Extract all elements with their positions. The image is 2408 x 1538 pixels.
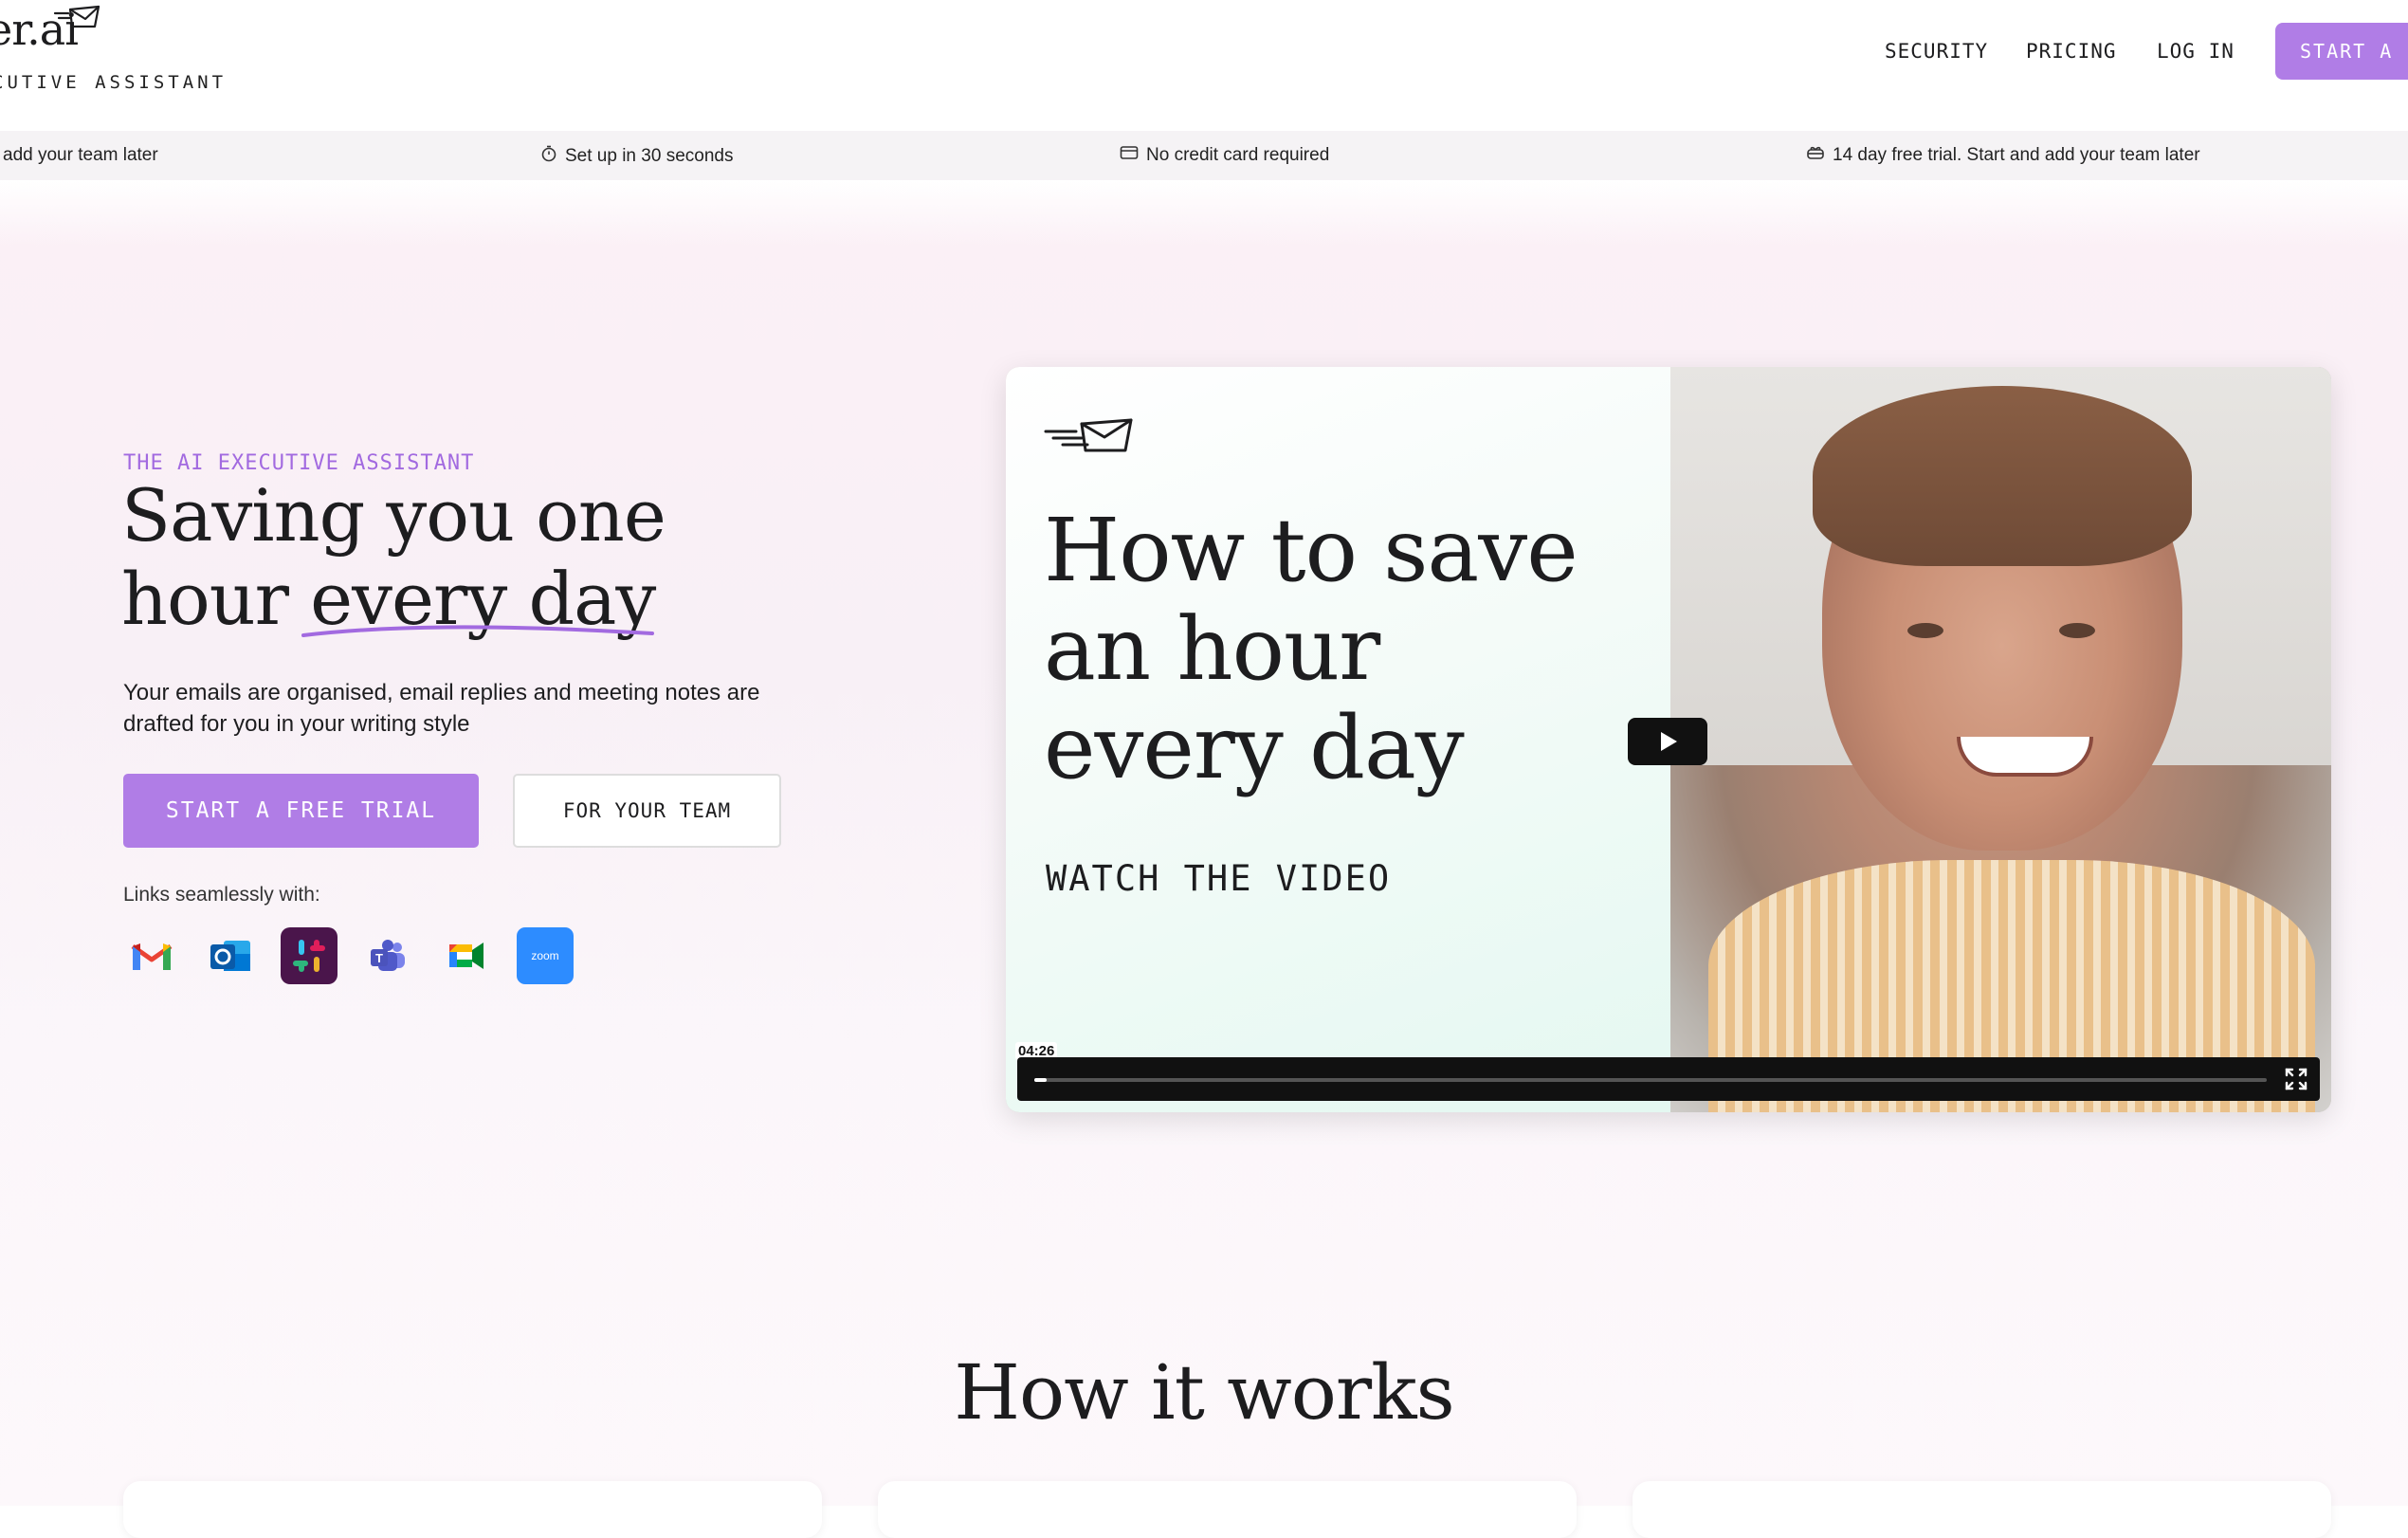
how-it-works-card <box>878 1481 1577 1538</box>
video-title-line-3: every day <box>1044 697 1465 798</box>
left-eye <box>1907 623 1943 638</box>
headline-line-1: Saving you one <box>121 473 666 558</box>
video-player[interactable]: How to save an hour every day WATCH THE … <box>1006 367 2331 1112</box>
logo-tagline: CUTIVE ASSISTANT <box>0 72 228 93</box>
how-it-works-card <box>1633 1481 2331 1538</box>
video-thumbnail-person <box>1670 367 2331 1112</box>
video-title-line-1: How to save <box>1044 500 1578 601</box>
how-it-works-card <box>123 1481 822 1538</box>
ticker-text: add your team later <box>3 145 158 165</box>
progress-fill <box>1034 1078 1047 1082</box>
person-hair <box>1813 386 2192 566</box>
right-eye <box>2059 623 2095 638</box>
hero-headline: Saving you one hour every day <box>121 474 666 641</box>
video-title-panel: How to save an hour every day WATCH THE … <box>1006 367 1670 1112</box>
outlook-icon <box>202 927 259 984</box>
hero-subtext: Your emails are organised, email replies… <box>123 680 760 737</box>
fullscreen-icon[interactable] <box>2284 1067 2308 1096</box>
ticker-item: add your team later <box>3 145 158 166</box>
gmail-icon <box>123 927 180 984</box>
smile <box>1957 737 2093 777</box>
ticker-text: 14 day free trial. Start and add your te… <box>1833 145 2200 166</box>
video-subtitle: WATCH THE VIDEO <box>1046 858 1392 899</box>
for-your-team-button[interactable]: FOR YOUR TEAM <box>513 774 781 848</box>
video-controls <box>1017 1057 2320 1101</box>
start-free-trial-button[interactable]: START A FREE TRIAL <box>123 774 479 848</box>
ticker-text: No credit card required <box>1146 145 1330 166</box>
gift-icon <box>1806 145 1825 166</box>
integrations-label: Links seamlessly with: <box>123 884 320 906</box>
ticker-item: No credit card required <box>1120 145 1329 166</box>
nav-pricing[interactable]: PRICING <box>2026 40 2117 63</box>
zoom-label: zoom <box>531 949 559 962</box>
video-title-line-2: an hour <box>1044 598 1380 700</box>
credit-card-icon <box>1120 145 1139 166</box>
slack-icon <box>281 927 337 984</box>
envelope-logo-icon <box>53 4 102 35</box>
svg-text:T: T <box>375 951 383 965</box>
hero-eyebrow: THE AI EXECUTIVE ASSISTANT <box>123 451 475 475</box>
nav-login[interactable]: LOG IN <box>2157 40 2235 63</box>
ticker-item: Set up in 30 seconds <box>540 145 733 168</box>
envelope-logo-icon <box>1044 416 1135 459</box>
ticker-item: 14 day free trial. Start and add your te… <box>1806 145 2200 166</box>
play-button[interactable] <box>1628 718 1707 765</box>
stopwatch-icon <box>540 145 557 168</box>
how-it-works-heading: How it works <box>954 1348 1454 1437</box>
teams-icon: T <box>359 927 416 984</box>
nav-security[interactable]: SECURITY <box>1885 40 1988 63</box>
video-title: How to save an hour every day <box>1044 502 1578 797</box>
progress-track[interactable] <box>1034 1078 2267 1082</box>
benefits-ticker: add your team later Set up in 30 seconds… <box>0 131 2408 180</box>
site-header: er.ai CUTIVE ASSISTANT SECURITY PRICING … <box>0 0 2408 131</box>
google-meet-icon <box>438 927 495 984</box>
header-start-trial-button[interactable]: START A FREE TRIAL <box>2275 23 2408 119</box>
ticker-text: Set up in 30 seconds <box>565 146 734 167</box>
play-icon <box>1661 732 1677 751</box>
headline-underline <box>300 618 656 648</box>
zoom-icon: zoom <box>517 927 574 984</box>
